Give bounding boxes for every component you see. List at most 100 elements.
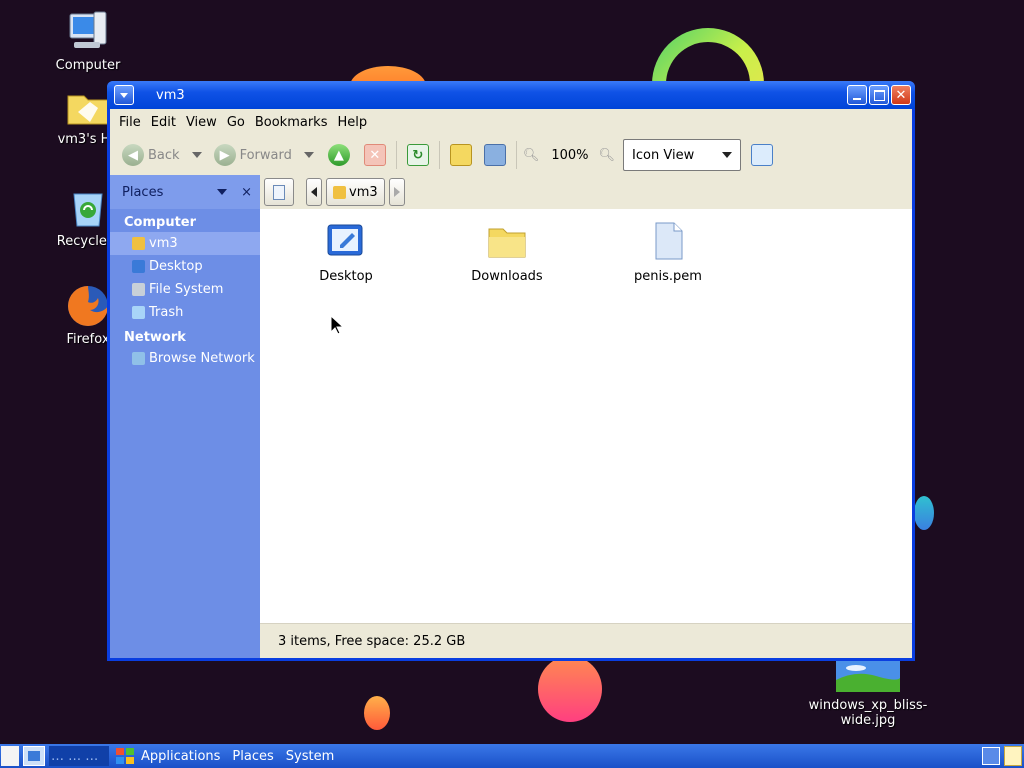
sidebar-item-label: Browse Network [149, 351, 255, 366]
minimize-icon [853, 98, 861, 100]
sidebar-item-label: Trash [149, 305, 184, 320]
up-arrow-icon[interactable]: ▲ [327, 144, 350, 166]
show-desktop-button[interactable] [1, 746, 19, 766]
places-sidebar: Places × Computer vm3 Desktop File Syste… [110, 175, 260, 658]
menu-bookmarks[interactable]: Bookmarks [250, 115, 333, 130]
toolbar: ◀ Back ▶ Forward ▲ ✕ ↻ 🔍︎ 100% 🔍︎ Icon V… [110, 135, 912, 175]
window-client: File Edit View Go Bookmarks Help ◀ Back … [110, 109, 912, 658]
menu-help[interactable]: Help [332, 115, 372, 130]
window-title: vm3 [156, 87, 185, 103]
sidebar-item-label: vm3 [149, 236, 178, 251]
windows-logo-icon [115, 747, 135, 765]
minimize-button[interactable] [847, 85, 867, 105]
folder-icon [487, 221, 527, 261]
file-manager-icon [28, 751, 40, 761]
menu-system[interactable]: System [280, 749, 340, 764]
chevron-down-icon [120, 92, 128, 98]
menu-go[interactable]: Go [222, 115, 250, 130]
file-item-desktop[interactable]: Desktop [286, 209, 406, 284]
decor-blob-small [364, 696, 390, 730]
toggle-location-button[interactable] [264, 178, 294, 206]
toolbar-separator [395, 141, 397, 169]
workspace-indicator[interactable] [982, 747, 1000, 765]
sidebar-item-desktop[interactable]: Desktop [110, 255, 260, 278]
chevron-down-icon [722, 152, 733, 158]
back-arrow-icon: ◀ [122, 144, 144, 166]
image-thumbnail-icon [836, 660, 900, 692]
desktop-folder-icon [326, 221, 366, 261]
network-icon [132, 352, 145, 365]
file-name: Desktop [319, 269, 373, 284]
home-folder-icon[interactable] [449, 144, 472, 166]
menu-applications[interactable]: Applications [135, 749, 226, 764]
menu-file[interactable]: File [114, 115, 146, 130]
home-icon [132, 237, 145, 250]
file-manager-launcher[interactable] [23, 746, 45, 766]
sidebar-dropdown-icon[interactable] [217, 189, 228, 195]
decor-blob-pink [538, 656, 602, 722]
computer-icon [64, 8, 112, 56]
title-bar[interactable]: vm3 ✕ [107, 81, 915, 109]
forward-history-dropdown[interactable] [303, 152, 314, 158]
close-button[interactable]: ✕ [891, 85, 911, 105]
maximize-button[interactable] [869, 85, 889, 105]
back-history-dropdown[interactable] [191, 152, 202, 158]
drive-icon [132, 283, 145, 296]
desktop-icon-label-line2: wide.jpg [840, 713, 896, 728]
trash-icon [132, 306, 145, 319]
sidebar-item-label: File System [149, 282, 224, 297]
stop-icon[interactable]: ✕ [363, 144, 386, 166]
maximize-icon [873, 89, 885, 101]
path-bar: vm3 [260, 175, 912, 209]
chevron-right-icon [393, 187, 400, 197]
sidebar-item-browse-network[interactable]: Browse Network [110, 347, 260, 370]
chevron-left-icon [311, 187, 317, 197]
sidebar-item-label: Desktop [149, 259, 203, 274]
decor-blob-teal [914, 496, 934, 530]
menu-edit[interactable]: Edit [146, 115, 181, 130]
file-item-downloads[interactable]: Downloads [447, 209, 567, 284]
menu-places[interactable]: Places [226, 749, 279, 764]
sidebar-item-file-system[interactable]: File System [110, 278, 260, 301]
toolbar-separator [438, 141, 440, 169]
toolbar-separator [515, 141, 517, 169]
home-icon [333, 185, 346, 199]
firefox-icon [64, 282, 112, 330]
document-icon [273, 184, 285, 200]
zoom-level[interactable]: 100% [551, 148, 588, 163]
home-folder-icon [64, 82, 112, 130]
file-name: penis.pem [634, 269, 702, 284]
desktop-icon-bliss-image[interactable]: windows_xp_bliss- wide.jpg [806, 660, 930, 728]
zoom-in-icon[interactable]: 🔍︎ [599, 148, 616, 163]
sidebar-section-network: Network [124, 330, 186, 345]
computer-icon[interactable] [483, 144, 506, 166]
sidebar-item-trash[interactable]: Trash [110, 301, 260, 324]
desktop-icon-computer[interactable]: Computer [46, 8, 130, 73]
path-button-vm3[interactable]: vm3 [326, 178, 385, 206]
sidebar-item-vm3[interactable]: vm3 [110, 232, 260, 255]
path-button-label: vm3 [349, 184, 378, 200]
mouse-cursor-icon [330, 314, 345, 339]
status-text: 3 items, Free space: 25.2 GB [278, 633, 466, 649]
notes-icon[interactable] [1004, 746, 1022, 766]
workspace-switcher[interactable]: … … … [49, 746, 109, 766]
file-view[interactable]: Desktop Downloads penis.pem [260, 209, 912, 624]
view-mode-select[interactable]: Icon View [623, 139, 742, 171]
sidebar-close-icon[interactable]: × [241, 185, 252, 200]
taskbar: … … … Applications Places System [0, 744, 1024, 768]
search-icon[interactable] [751, 144, 774, 166]
menu-view[interactable]: View [181, 115, 222, 130]
reload-icon[interactable]: ↻ [406, 144, 429, 166]
forward-arrow-icon: ▶ [213, 144, 236, 166]
zoom-out-icon[interactable]: 🔍︎ [523, 148, 540, 163]
path-scroll-left-button[interactable] [306, 178, 322, 206]
forward-label: Forward [239, 147, 292, 163]
window-menu-button[interactable] [114, 85, 134, 105]
recycle-bin-icon [64, 184, 112, 232]
close-icon: ✕ [895, 87, 907, 103]
desktop-icon-label: Computer [55, 58, 121, 73]
file-item-penis-pem[interactable]: penis.pem [608, 209, 728, 284]
back-button[interactable]: ◀ Back [116, 140, 186, 170]
path-scroll-right-button[interactable] [388, 178, 405, 206]
forward-button[interactable]: ▶ Forward [208, 140, 298, 170]
